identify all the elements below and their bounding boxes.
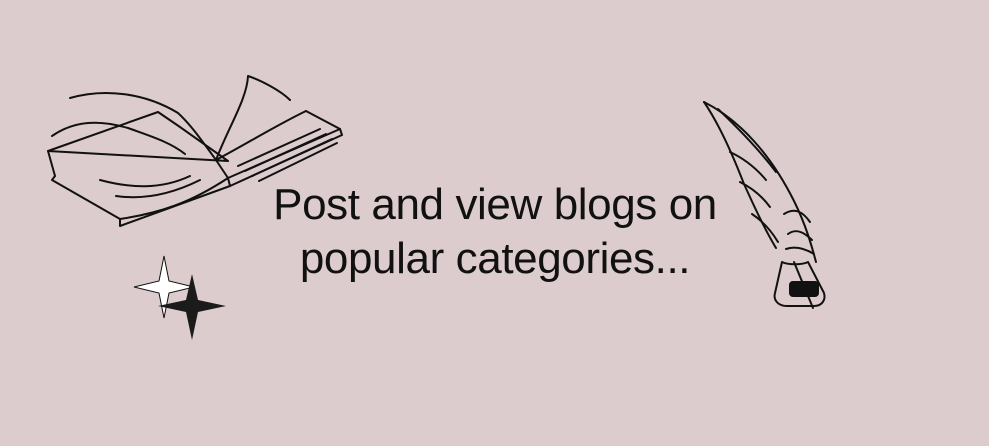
tagline: Post and view blogs on popular categorie… xyxy=(180,178,810,286)
tagline-line-2: popular categories... xyxy=(299,234,691,283)
tagline-line-1: Post and view blogs on xyxy=(273,180,717,229)
hero-banner: Post and view blogs on popular categorie… xyxy=(0,0,989,446)
